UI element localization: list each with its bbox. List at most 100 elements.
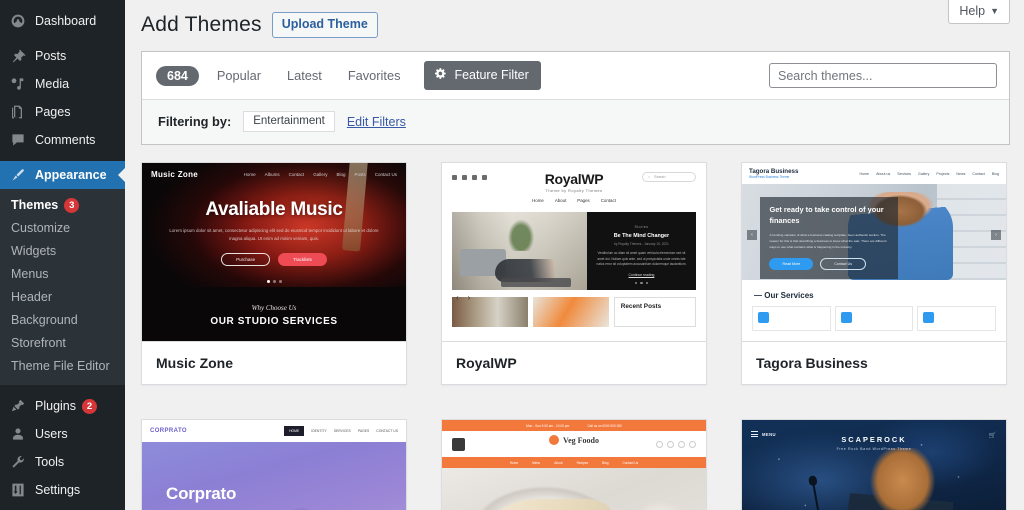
nav-link: Blog xyxy=(336,172,346,177)
sidebar-item-appearance[interactable]: Appearance xyxy=(0,161,125,189)
hero-text: Corprato Lorem ipsum dolor sit amet, con… xyxy=(166,484,296,510)
theme-screenshot[interactable]: CORPRATO HOME IDENTITY SERVICES PAGES CO… xyxy=(142,420,406,510)
theme-name-bar: Tagora Business xyxy=(742,341,1006,384)
footer-heading: OUR STUDIO SERVICES xyxy=(210,316,338,327)
wrench-icon xyxy=(9,453,27,471)
sidebar-item-pages[interactable]: Pages xyxy=(0,98,125,126)
submenu-item-menus[interactable]: Menus xyxy=(0,263,125,286)
preview-nav-links: Home About us Services Gallery Projects … xyxy=(859,172,999,176)
preview-logo: CORPRATO xyxy=(150,428,187,434)
submenu-item-header[interactable]: Header xyxy=(0,286,125,309)
nav-link: Contact xyxy=(972,171,985,176)
submenu-item-themes[interactable]: Themes 3 xyxy=(0,194,125,217)
nav-link: Contact Us xyxy=(374,172,397,177)
chevron-right-icon: › xyxy=(467,293,471,302)
hero-text: Avaliable Music Lorem ipsum dolor sit am… xyxy=(142,199,406,283)
sidebar-item-plugins[interactable]: Plugins 2 xyxy=(0,392,125,420)
hero-image xyxy=(452,212,587,290)
post-excerpt: Vestibulum ac diam sit amet quam vehicul… xyxy=(596,250,687,267)
gear-icon xyxy=(434,67,447,83)
theme-screenshot[interactable]: ○ Search RoyalWP Theme by Royalty Themes… xyxy=(442,163,706,341)
feature-filter-button[interactable]: Feature Filter xyxy=(424,61,541,90)
theme-screenshot[interactable]: Mon - Sun 9.00 am - 10.00 pm Call us on … xyxy=(442,420,706,510)
nav-link: Posts xyxy=(354,172,366,177)
theme-screenshot[interactable]: Music Zone Home Albums Contact Gallery B… xyxy=(142,163,406,341)
submenu-item-customize[interactable]: Customize xyxy=(0,217,125,240)
service-icon xyxy=(840,312,852,323)
sidebar-item-dashboard[interactable]: Dashboard xyxy=(0,7,125,35)
preview-tagline: Free Rock Band WordPress Theme xyxy=(836,447,912,451)
theme-card[interactable]: Music Zone Home Albums Contact Gallery B… xyxy=(141,162,407,385)
tab-favorites[interactable]: Favorites xyxy=(346,64,403,87)
sidebar-item-label: Pages xyxy=(35,105,71,119)
submenu-item-widgets[interactable]: Widgets xyxy=(0,240,125,263)
preview-nav: Tagora Business WordPress Business Theme… xyxy=(742,163,1006,184)
logo-subtext: WordPress Business Theme xyxy=(749,175,790,179)
hero-section: Corprato Lorem ipsum dolor sit amet, con… xyxy=(142,442,406,510)
sidebar-item-posts[interactable]: Posts xyxy=(0,42,125,70)
sidebar-item-users[interactable]: Users xyxy=(0,420,125,448)
hero-headline: Avaliable Music xyxy=(205,199,343,220)
main-content: Help ▼ Add Themes Upload Theme 684 Popul… xyxy=(125,0,1024,510)
sidebar-item-partial[interactable] xyxy=(0,504,125,510)
tab-popular[interactable]: Popular xyxy=(215,64,263,87)
upload-theme-button[interactable]: Upload Theme xyxy=(271,12,378,38)
theme-name: RoyalWP xyxy=(456,355,517,371)
theme-name: Music Zone xyxy=(156,355,234,371)
nav-link: Home xyxy=(859,171,870,176)
submenu-item-storefront[interactable]: Storefront xyxy=(0,332,125,355)
hero-buttons: Purchase Tracklists xyxy=(142,252,406,266)
submenu-item-theme-file-editor[interactable]: Theme File Editor xyxy=(0,355,125,378)
sidebar-item-media[interactable]: Media xyxy=(0,70,125,98)
theme-card[interactable]: CORPRATO HOME IDENTITY SERVICES PAGES CO… xyxy=(141,419,407,510)
nav-link: About xyxy=(554,460,563,465)
preview-nav: CORPRATO HOME IDENTITY SERVICES PAGES CO… xyxy=(142,420,406,442)
sidebar-item-tools[interactable]: Tools xyxy=(0,448,125,476)
nav-link: Blog xyxy=(602,460,609,465)
help-button[interactable]: Help ▼ xyxy=(948,0,1010,24)
plant-graphic xyxy=(505,216,536,251)
preview-nav-links: HOME IDENTITY SERVICES PAGES CONTACT US xyxy=(284,426,398,436)
topbar-text: Mon - Sun 9.00 am - 10.00 pm xyxy=(526,423,570,428)
topbar-text: Call us on 0000 000 000 xyxy=(587,423,622,428)
nav-link: Blog xyxy=(991,171,999,176)
themes-update-badge: 3 xyxy=(64,198,80,214)
hero-button-primary: Tracklists xyxy=(278,252,327,266)
active-filter-chip: Entertainment xyxy=(243,111,335,132)
preview-topbar: Mon - Sun 9.00 am - 10.00 pm Call us on … xyxy=(442,420,706,431)
edit-filters-link[interactable]: Edit Filters xyxy=(347,115,406,129)
carousel-dots xyxy=(634,281,649,284)
sidebar-item-label: Dashboard xyxy=(35,14,97,28)
theme-screenshot[interactable]: Tagora Business WordPress Business Theme… xyxy=(742,163,1006,341)
nav-link: Contact xyxy=(288,172,305,177)
theme-card[interactable]: ○ Search RoyalWP Theme by Royalty Themes… xyxy=(441,162,707,385)
pin-icon xyxy=(9,47,27,65)
theme-screenshot[interactable]: MENU SCAPEROCK Free Rock Band WordPress … xyxy=(742,420,1006,510)
nav-link: News xyxy=(956,171,966,176)
brush-icon xyxy=(9,166,27,184)
chevron-left-icon: ‹ xyxy=(456,293,459,302)
hero-headline: Corprato xyxy=(166,484,237,503)
nav-link: Pages xyxy=(577,198,590,203)
nav-link: CONTACT US xyxy=(376,429,398,433)
filter-panel: 684 Popular Latest Favorites Feature Fil… xyxy=(141,51,1010,145)
theme-card[interactable]: Mon - Sun 9.00 am - 10.00 pm Call us on … xyxy=(441,419,707,510)
submenu-item-background[interactable]: Background xyxy=(0,309,125,332)
search-input[interactable] xyxy=(769,63,997,88)
submenu-item-label: Themes xyxy=(11,198,59,212)
theme-name-bar: Music Zone xyxy=(142,341,406,384)
preview-nav-links: Home Menu About Recipes Blog Contact Us xyxy=(442,457,706,468)
sidebar-item-comments[interactable]: Comments xyxy=(0,126,125,154)
page-title: Add Themes xyxy=(141,13,262,36)
plugin-icon xyxy=(9,397,27,415)
sidebar-separator xyxy=(0,154,125,161)
nav-link: Contact Us xyxy=(622,460,639,465)
nav-link: About xyxy=(554,198,567,203)
hero-headline: Get ready to take control of your financ… xyxy=(769,205,884,226)
sidebar-item-settings[interactable]: Settings xyxy=(0,476,125,504)
theme-card[interactable]: MENU SCAPEROCK Free Rock Band WordPress … xyxy=(741,419,1007,510)
sidebar-item-label: Tools xyxy=(35,455,65,469)
tab-latest[interactable]: Latest xyxy=(285,64,324,87)
preview-footer: Why Choose Us OUR STUDIO SERVICES xyxy=(142,304,406,327)
theme-card[interactable]: Tagora Business WordPress Business Theme… xyxy=(741,162,1007,385)
